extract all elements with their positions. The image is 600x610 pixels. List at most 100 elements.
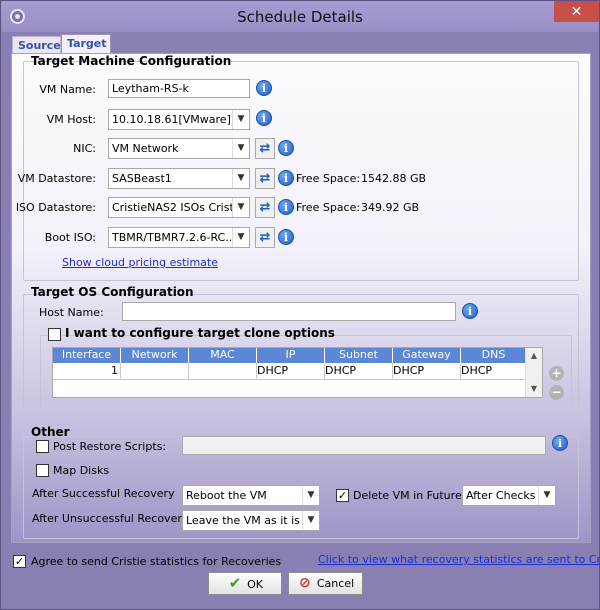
map-disks-label: Map Disks [53, 464, 110, 477]
check-icon: ✔ [228, 574, 242, 592]
iso-datastore-free-value: 349.92 GB [361, 201, 420, 214]
add-row-button[interactable]: + [549, 366, 564, 381]
nic-label: NIC: [73, 142, 96, 155]
post-restore-checkbox[interactable] [36, 440, 49, 453]
table-cell[interactable]: 1 [53, 363, 121, 380]
table-cell[interactable]: DHCP [325, 363, 393, 380]
after-success-value: Reboot the VM [186, 489, 267, 502]
host-name-label: Host Name: [39, 306, 104, 319]
vm-datastore-refresh-icon[interactable]: ⇄ [255, 168, 275, 189]
column-header[interactable]: Network [121, 348, 189, 363]
boot-iso-info-icon[interactable]: i [278, 229, 294, 245]
stats-checkbox[interactable]: ✓ [13, 555, 26, 568]
iso-datastore-value: CristieNAS2 ISOs Cristie [112, 201, 232, 214]
clone-options-label: I want to configure target clone options [65, 326, 335, 340]
column-header[interactable]: Interface [53, 348, 121, 363]
nic-select[interactable]: VM Network ▼ [108, 138, 250, 159]
vm-host-value: 10.10.18.61[VMware] [112, 113, 231, 126]
after-fail-value: Leave the VM as it is [186, 514, 300, 527]
chevron-down-icon[interactable]: ▼ [232, 228, 249, 247]
stats-label: Agree to send Cristie statistics for Rec… [31, 555, 282, 568]
table-cell[interactable]: DHCP [461, 363, 527, 380]
nic-info-icon[interactable]: i [278, 140, 294, 156]
table-cell[interactable] [189, 363, 257, 380]
chevron-down-icon[interactable]: ▼ [232, 110, 249, 129]
stats-link[interactable]: Click to view what recovery statistics a… [318, 553, 600, 566]
cancel-icon: ⊘ [298, 575, 311, 591]
delete-vm-value: After Checks [466, 489, 536, 502]
vm-name-input[interactable] [108, 79, 250, 98]
tab-panel: Source Target Target Machine Configurati… [9, 32, 591, 543]
schedule-details-window: Schedule Details ✕ Source Target Target … [0, 0, 600, 610]
chevron-down-icon[interactable]: ▼ [538, 486, 555, 505]
close-button[interactable]: ✕ [554, 1, 599, 22]
tab-target[interactable]: Target [61, 34, 111, 54]
target-machine-group [23, 61, 579, 281]
vm-datastore-label: VM Datastore: [17, 172, 96, 185]
map-disks-checkbox[interactable] [36, 464, 49, 477]
boot-iso-refresh-icon[interactable]: ⇄ [255, 227, 275, 248]
ok-button[interactable]: ✔ OK [208, 572, 282, 595]
vm-datastore-info-icon[interactable]: i [278, 170, 294, 186]
vm-host-select[interactable]: 10.10.18.61[VMware] ▼ [108, 109, 250, 130]
nic-refresh-icon[interactable]: ⇄ [255, 138, 275, 159]
target-os-title: Target OS Configuration [31, 285, 194, 299]
window-title: Schedule Details [237, 8, 363, 26]
iso-datastore-select[interactable]: CristieNAS2 ISOs Cristie ▼ [108, 197, 250, 218]
after-success-select[interactable]: Reboot the VM ▼ [182, 485, 320, 506]
post-restore-info-icon[interactable]: i [552, 435, 568, 451]
title-bar: Schedule Details ✕ [1, 1, 599, 32]
nic-value: VM Network [112, 142, 179, 155]
vm-name-label: VM Name: [39, 83, 96, 96]
vm-host-info-icon[interactable]: i [256, 110, 272, 126]
delete-vm-checkbox[interactable]: ✓ [336, 489, 349, 502]
tab-content: Target Machine Configuration VM Name: i … [11, 53, 591, 543]
post-restore-input[interactable] [182, 436, 546, 455]
table-cell[interactable] [121, 363, 189, 380]
boot-iso-label: Boot ISO: [44, 231, 96, 244]
table-cell[interactable]: DHCP [393, 363, 461, 380]
iso-datastore-label: ISO Datastore: [15, 201, 96, 214]
column-header[interactable]: Gateway [393, 348, 461, 363]
tab-source[interactable]: Source [12, 36, 61, 54]
post-restore-label: Post Restore Scripts: [53, 440, 167, 453]
scroll-up-icon[interactable]: ▲ [526, 348, 542, 364]
ok-label: OK [247, 578, 263, 591]
cloud-pricing-link[interactable]: Show cloud pricing estimate [62, 256, 218, 269]
remove-row-button[interactable]: − [549, 385, 564, 400]
target-machine-title: Target Machine Configuration [31, 54, 232, 68]
boot-iso-value: TBMR/TBMR7.2.6-RC... [112, 231, 232, 244]
iso-datastore-info-icon[interactable]: i [278, 199, 294, 215]
column-header[interactable]: IP [257, 348, 325, 363]
table-cell[interactable]: DHCP [257, 363, 325, 380]
chevron-down-icon[interactable]: ▼ [232, 139, 249, 158]
iso-datastore-refresh-icon[interactable]: ⇄ [255, 197, 275, 218]
chevron-down-icon[interactable]: ▼ [302, 486, 319, 505]
column-header[interactable]: MAC [189, 348, 257, 363]
after-success-label: After Successful Recovery [32, 487, 175, 500]
scroll-down-icon[interactable]: ▼ [526, 381, 542, 397]
boot-iso-select[interactable]: TBMR/TBMR7.2.6-RC... ▼ [108, 227, 250, 248]
cancel-label: Cancel [316, 577, 355, 590]
after-fail-select[interactable]: Leave the VM as it is ▼ [182, 510, 320, 531]
chevron-down-icon[interactable]: ▼ [302, 511, 319, 530]
clone-options-checkbox[interactable] [48, 328, 61, 341]
vm-datastore-free-value: 1542.88 GB [361, 172, 427, 185]
other-title: Other [31, 425, 70, 439]
clone-options-table: Interface Network MAC IP Subnet Gateway … [52, 347, 543, 398]
delete-vm-select[interactable]: After Checks ▼ [462, 485, 556, 506]
vm-name-info-icon[interactable]: i [256, 80, 272, 96]
after-fail-label: After Unsuccessful Recovery [32, 512, 189, 525]
chevron-down-icon[interactable]: ▼ [232, 169, 249, 188]
cancel-button[interactable]: ⊘ Cancel [288, 572, 363, 595]
column-header[interactable]: DNS [461, 348, 527, 363]
column-header[interactable]: Subnet [325, 348, 393, 363]
host-name-info-icon[interactable]: i [462, 303, 478, 319]
table-scrollbar[interactable]: ▲ ▼ [525, 348, 542, 397]
vm-datastore-free-label: Free Space: [296, 172, 361, 185]
chevron-down-icon[interactable]: ▼ [232, 198, 249, 217]
delete-vm-label: Delete VM in Future? [353, 489, 468, 502]
vm-datastore-select[interactable]: SASBeast1 ▼ [108, 168, 250, 189]
host-name-input[interactable] [122, 302, 456, 321]
vm-datastore-value: SASBeast1 [112, 172, 172, 185]
